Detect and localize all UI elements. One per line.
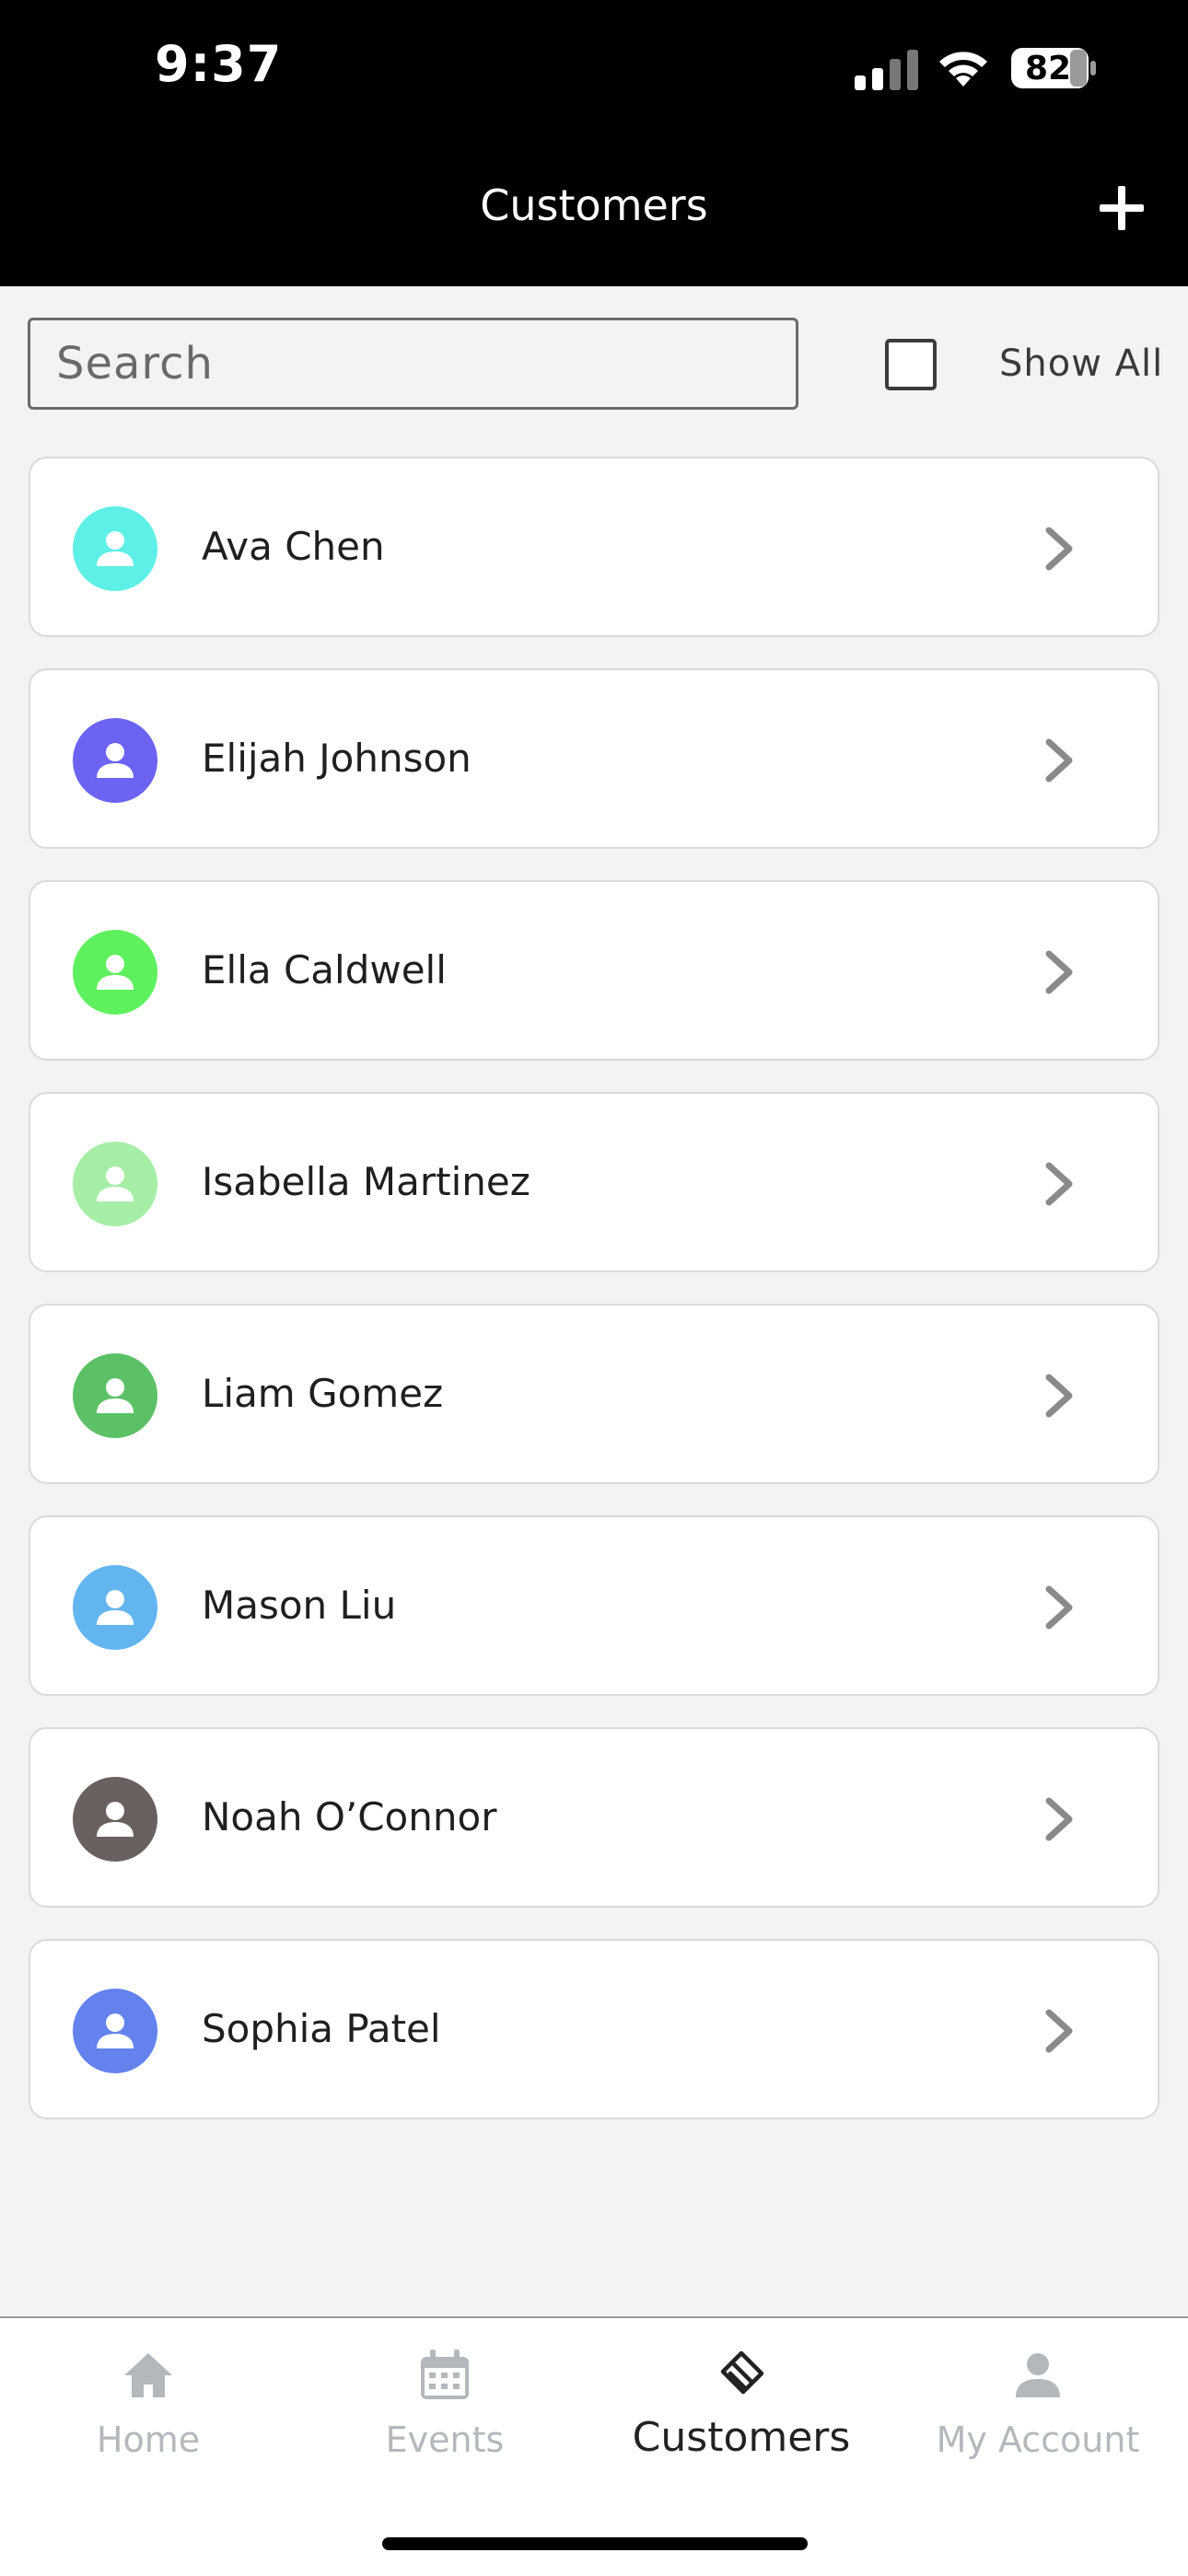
chevron-right-icon — [1045, 950, 1073, 994]
customer-name: Ella Caldwell — [202, 947, 447, 992]
chevron-right-icon — [1045, 1162, 1073, 1206]
avatar — [73, 1777, 157, 1862]
calendar-icon — [421, 2350, 469, 2399]
customer-name: Isabella Martinez — [202, 1159, 530, 1204]
cellular-signal-icon — [855, 50, 918, 90]
chevron-right-icon — [1045, 738, 1073, 783]
tab-customers[interactable]: Customers — [593, 2318, 890, 2502]
tab-events[interactable]: Events — [297, 2318, 593, 2502]
person-icon — [97, 1166, 134, 1201]
home-indicator — [382, 2537, 808, 2550]
customer-row[interactable]: Noah O’Connor — [29, 1727, 1159, 1908]
customer-name: Elijah Johnson — [202, 736, 472, 781]
person-icon — [97, 1378, 134, 1413]
tab-customers-label: Customers — [632, 2414, 851, 2461]
chevron-right-icon — [1045, 527, 1073, 571]
customer-name: Liam Gomez — [202, 1371, 444, 1416]
show-all-checkbox[interactable] — [885, 339, 937, 390]
customer-row[interactable]: Sophia Patel — [29, 1939, 1159, 2119]
tab-my-account[interactable]: My Account — [890, 2318, 1186, 2502]
customer-name: Ava Chen — [202, 524, 385, 569]
avatar — [73, 930, 157, 1015]
customer-row[interactable]: Ava Chen — [29, 457, 1159, 637]
battery-level: 82 — [1024, 49, 1072, 87]
customer-row[interactable]: Mason Liu — [29, 1515, 1159, 1696]
tab-events-label: Events — [385, 2419, 505, 2460]
customer-name: Sophia Patel — [202, 2006, 441, 2051]
person-icon — [97, 1802, 134, 1837]
avatar — [73, 506, 157, 591]
top-bar: 9:37 82 Customers — [0, 0, 1188, 286]
chevron-right-icon — [1045, 1374, 1073, 1418]
person-icon — [97, 1590, 134, 1625]
person-icon — [97, 743, 134, 778]
status-time: 9:37 — [155, 35, 283, 93]
avatar — [73, 718, 157, 803]
battery-indicator: 82 — [1009, 46, 1098, 90]
chevron-right-icon — [1045, 1797, 1073, 1841]
avatar — [73, 1142, 157, 1226]
show-all-label: Show All — [999, 342, 1164, 385]
handshake-icon — [720, 2350, 764, 2395]
person-icon — [97, 955, 134, 990]
person-icon — [97, 531, 134, 566]
home-icon — [124, 2353, 172, 2397]
avatar — [73, 1989, 157, 2073]
customer-row[interactable]: Liam Gomez — [29, 1304, 1159, 1484]
avatar — [73, 1353, 157, 1438]
tab-home-label: Home — [96, 2419, 201, 2460]
person-icon — [97, 2013, 134, 2048]
tab-my-account-label: My Account — [936, 2419, 1140, 2460]
customer-row[interactable]: Isabella Martinez — [29, 1092, 1159, 1272]
wifi-icon — [939, 52, 987, 87]
customer-row[interactable]: Elijah Johnson — [29, 668, 1159, 849]
person-icon — [1016, 2353, 1060, 2397]
customer-list: Ava Chen Elijah Johnson Ella Caldwell Is… — [29, 457, 1159, 2151]
page-title: Customers — [480, 180, 708, 230]
tab-home[interactable]: Home — [0, 2318, 297, 2502]
add-customer-button[interactable] — [1094, 180, 1149, 236]
customer-name: Noah O’Connor — [202, 1794, 497, 1839]
search-input[interactable] — [28, 318, 798, 410]
chevron-right-icon — [1045, 1585, 1073, 1630]
chevron-right-icon — [1045, 2009, 1073, 2053]
avatar — [73, 1565, 157, 1650]
plus-icon — [1100, 186, 1144, 230]
customer-row[interactable]: Ella Caldwell — [29, 880, 1159, 1061]
customer-name: Mason Liu — [202, 1583, 397, 1628]
